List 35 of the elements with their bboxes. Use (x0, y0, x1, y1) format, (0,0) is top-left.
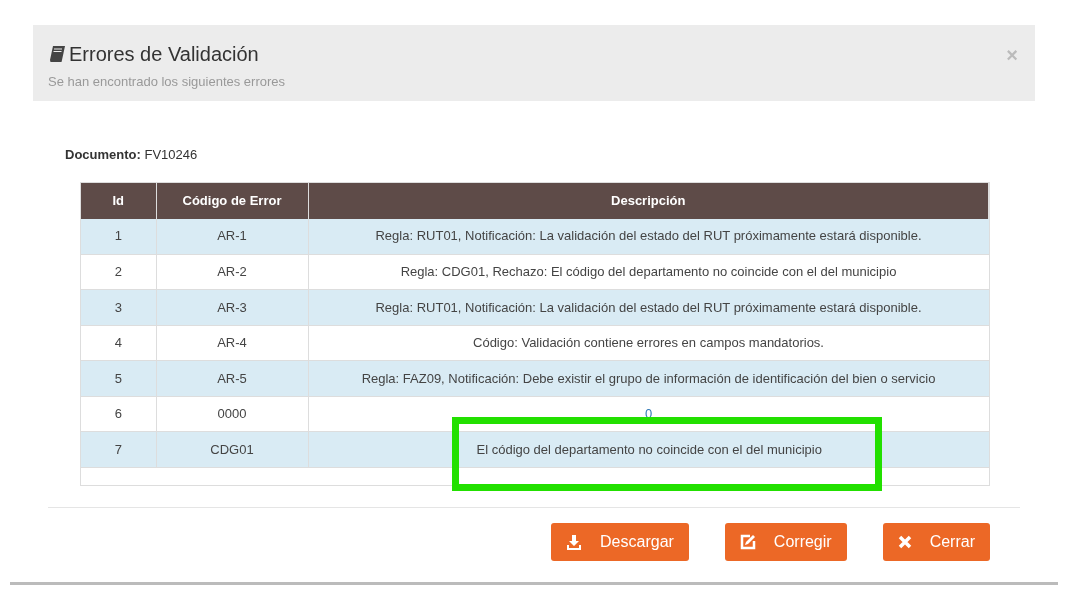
document-label: Documento: (65, 147, 141, 162)
book-icon (48, 45, 66, 63)
column-header: Código de Error (156, 182, 308, 219)
table-cell: 3 (81, 289, 156, 325)
table-cell: 1 (81, 218, 156, 254)
action-button[interactable]: Corregir (724, 522, 847, 561)
table-cell: Regla: FAZ09, Notificación: Debe existir el grupo de información de identificación del bien o servicio (361, 370, 936, 386)
document-number: FV10246 (144, 147, 198, 162)
table-cell: 5 (81, 360, 156, 396)
dialog-subtitle: Se han encontrado los siguientes errores (48, 73, 286, 91)
table-cell: AR-1 (156, 218, 308, 254)
table-cell: 0000 (156, 396, 308, 432)
table-cell: Código: Validación contiene errores en campos mandatorios. (473, 335, 824, 350)
table-cell: El código del departamento no coincide con el del municipio (476, 441, 822, 457)
close-icon (897, 534, 912, 549)
table-cell: 2 (81, 254, 156, 290)
action-button[interactable]: Descargar (551, 522, 689, 561)
table-cell: 6 (81, 396, 156, 432)
table-cell: 4 (81, 325, 156, 361)
table-cell: AR-5 (156, 360, 308, 396)
action-button[interactable]: Cerrar (882, 522, 990, 561)
table-cell: AR-2 (156, 254, 308, 290)
table-cell: Regla: RUT01, Notificación: La validación del estado del RUT próximamente estará disponible. (375, 299, 922, 315)
download-icon (566, 533, 583, 550)
table-cell: AR-4 (156, 325, 308, 361)
edit-icon (739, 533, 756, 550)
table-cell: Regla: CDG01, Rechazo: El código del departamento no coincide con el del municipio (400, 264, 897, 279)
column-header: Descripción (308, 182, 989, 219)
table-cell: 7 (81, 431, 156, 467)
column-header: Id (81, 182, 156, 219)
close-button[interactable]: × (1006, 43, 1018, 67)
table-cell: AR-3 (156, 289, 308, 325)
dialog-title: Errores de Validación (69, 42, 259, 67)
table-cell: Regla: RUT01, Notificación: La validación del estado del RUT próximamente estará disponible. (375, 228, 922, 244)
table-cell: CDG01 (156, 431, 308, 467)
